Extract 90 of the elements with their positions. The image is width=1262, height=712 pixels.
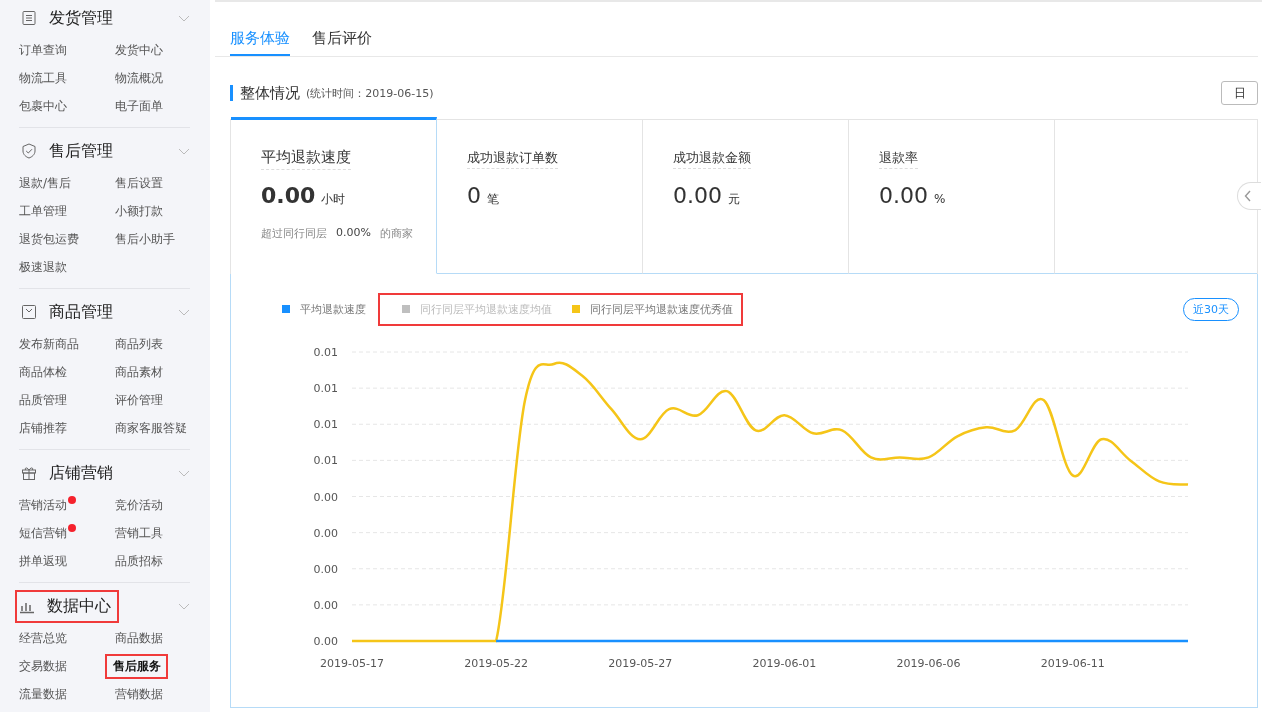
comparison-label: 超过同行同层 xyxy=(261,226,327,241)
y-axis-label: 0.00 xyxy=(313,490,338,504)
y-axis-label: 0.01 xyxy=(313,454,338,468)
metric-title: 成功退款订单数 xyxy=(467,150,558,169)
metric-card[interactable]: 平均退款速度 0.00 小时 超过同行同层 0.00% 的商家 xyxy=(231,117,437,274)
sidebar-link[interactable]: 商家客服答疑 xyxy=(113,415,189,441)
chevron-down-icon[interactable] xyxy=(178,14,190,22)
metric-title: 平均退款速度 xyxy=(261,148,351,170)
sidebar-link[interactable]: 流量数据 xyxy=(17,681,69,707)
sidebar-link[interactable]: 退货包运费 xyxy=(17,226,81,252)
section-title[interactable]: 店铺营销 xyxy=(18,456,121,490)
previous-button[interactable] xyxy=(1237,182,1261,210)
y-axis-label: 0.00 xyxy=(313,635,338,648)
sidebar-link[interactable]: 拼单返现 xyxy=(17,548,69,574)
sidebar-link[interactable]: 竞价活动 xyxy=(113,492,165,518)
chevron-left-icon xyxy=(1244,190,1252,202)
metric-title: 退款率 xyxy=(879,150,918,169)
sidebar-link[interactable]: 短信营销 xyxy=(17,520,69,546)
statistics-date: (统计时间：2019-06-15) xyxy=(306,85,434,101)
sidebar-link[interactable]: 营销活动 xyxy=(17,492,69,518)
accent-bar xyxy=(230,85,233,101)
sidebar-link[interactable]: 交易数据 xyxy=(17,653,69,679)
chevron-down-icon[interactable] xyxy=(178,602,190,610)
metric-card[interactable]: 成功退款金额 0.00 元 xyxy=(643,120,849,274)
sidebar-link[interactable]: 经营总览 xyxy=(17,625,69,651)
y-axis-label: 0.00 xyxy=(313,598,338,612)
sidebar-link[interactable]: 物流工具 xyxy=(17,65,69,91)
chevron-down-icon[interactable] xyxy=(178,469,190,477)
sidebar-link[interactable]: 发布新商品 xyxy=(17,331,81,357)
metric-card[interactable]: 成功退款订单数 0 笔 xyxy=(437,120,643,274)
sidebar-link[interactable]: 商品体检 xyxy=(17,359,69,385)
sidebar-link[interactable]: 工单管理 xyxy=(17,198,69,224)
chevron-down-icon[interactable] xyxy=(178,147,190,155)
sidebar-link[interactable]: 评价管理 xyxy=(113,387,165,413)
sidebar-link[interactable]: 售后小助手 xyxy=(113,226,177,252)
sidebar-link[interactable]: 发货中心 xyxy=(113,37,165,63)
sidebar-link[interactable]: 商品列表 xyxy=(113,331,165,357)
x-axis-label: 2019-05-22 xyxy=(464,657,529,670)
sidebar-link[interactable]: 营销工具 xyxy=(113,520,165,546)
x-axis-label: 2019-05-27 xyxy=(608,657,673,670)
comparison-value: 0.00% xyxy=(336,226,371,241)
metric-unit: 元 xyxy=(728,191,740,208)
sidebar-link[interactable]: 小额打款 xyxy=(113,198,165,224)
metric-value: 0 xyxy=(467,183,481,208)
metric-title: 成功退款金额 xyxy=(673,150,751,169)
section-title[interactable]: 商品管理 xyxy=(18,295,121,329)
section-title[interactable]: 售后管理 xyxy=(18,134,121,168)
y-axis-label: 0.00 xyxy=(313,562,338,576)
y-axis-label: 0.01 xyxy=(313,382,338,396)
comparison-label: 的商家 xyxy=(379,226,413,241)
y-axis-label: 0.00 xyxy=(313,526,338,540)
y-axis-label: 0.01 xyxy=(313,418,338,432)
metric-value: 0.00 xyxy=(673,183,722,208)
sidebar-link[interactable]: 售后服务 xyxy=(105,653,168,679)
metric-card[interactable]: 退款率 0.00 % xyxy=(849,120,1055,274)
legend-item[interactable]: 同行同层平均退款速度优秀值 xyxy=(572,301,733,317)
shield-icon xyxy=(21,143,37,159)
section-title[interactable]: 发货管理 xyxy=(18,1,121,35)
document-icon xyxy=(21,10,37,26)
sidebar-link[interactable]: 商品素材 xyxy=(113,359,165,385)
metric-unit: 小时 xyxy=(321,191,346,208)
sidebar-link[interactable]: 商品数据 xyxy=(113,625,165,651)
chevron-down-icon[interactable] xyxy=(178,308,190,316)
x-axis-label: 2019-06-01 xyxy=(752,657,817,670)
x-axis-label: 2019-05-17 xyxy=(320,657,384,670)
x-axis-label: 2019-06-11 xyxy=(1040,657,1105,670)
metric-value: 0.00 xyxy=(261,183,316,208)
sidebar-link[interactable]: 包裹中心 xyxy=(17,93,69,119)
metric-unit: 笔 xyxy=(487,191,499,208)
sidebar-link[interactable]: 极速退款 xyxy=(17,254,69,280)
metric-value: 0.00 xyxy=(879,183,928,208)
sidebar-link[interactable]: 电子面单 xyxy=(113,93,165,119)
sidebar-link[interactable]: 品质招标 xyxy=(113,548,165,574)
sidebar-link[interactable]: 售后设置 xyxy=(113,170,165,196)
sidebar-link[interactable]: 品质管理 xyxy=(17,387,69,413)
box-icon xyxy=(21,304,37,320)
metric-unit: % xyxy=(934,192,946,206)
sidebar-link[interactable]: 营销数据 xyxy=(113,681,165,707)
gift-icon xyxy=(21,465,37,481)
tab[interactable]: 售后评价 xyxy=(312,2,372,56)
y-axis-label: 0.01 xyxy=(313,346,338,359)
highlighted-section-title[interactable]: 数据中心 xyxy=(15,589,119,623)
section-title: 整体情况 xyxy=(240,83,300,103)
legend-item[interactable]: 平均退款速度 xyxy=(282,301,366,317)
sidebar-link[interactable]: 店铺推荐 xyxy=(17,415,69,441)
sidebar-link[interactable]: 退款/售后 xyxy=(17,170,74,196)
sidebar-link[interactable]: 物流概况 xyxy=(113,65,165,91)
period-button[interactable]: 日 xyxy=(1221,81,1258,105)
sidebar-link[interactable]: 订单查询 xyxy=(17,37,69,63)
x-axis-label: 2019-06-06 xyxy=(896,657,961,670)
